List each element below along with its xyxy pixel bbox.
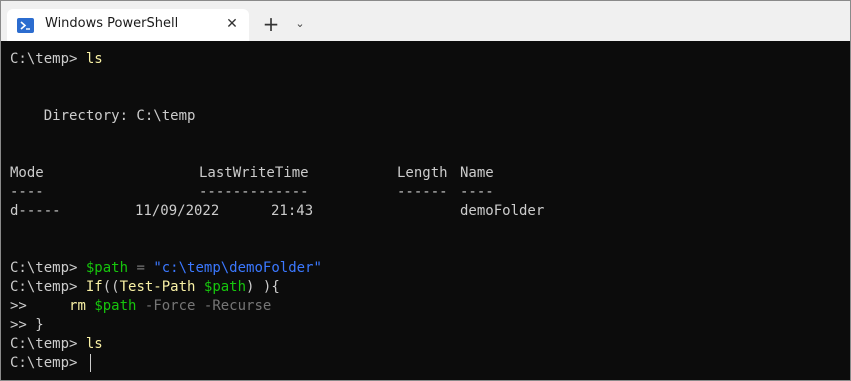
header-lastwritetime: LastWriteTime	[199, 165, 309, 181]
terminal-window: Windows PowerShell ✕ + ⌄ C:\temp> ls Dir…	[0, 0, 851, 381]
command-text: ls	[85, 51, 103, 67]
command-text: rm	[69, 298, 86, 314]
continuation-prompt: >>	[10, 317, 27, 333]
console-line: >> }	[10, 316, 44, 335]
console-line: >> rm $path -Force -Recurse	[10, 297, 271, 316]
row-mode: d-----	[10, 203, 61, 219]
chevron-down-icon[interactable]: ⌄	[292, 16, 308, 32]
prompt: C:\temp>	[10, 51, 78, 67]
variable-text: $path	[94, 298, 137, 314]
underline-length: ------	[397, 184, 448, 200]
prompt: C:\temp>	[10, 355, 78, 371]
tab-title: Windows PowerShell	[45, 16, 179, 31]
string-text: "c:\temp\demoFolder"	[153, 260, 322, 276]
prompt: C:\temp>	[10, 279, 78, 295]
text-cursor	[90, 354, 91, 372]
header-mode: Mode	[10, 165, 44, 181]
header-length: Length	[397, 165, 448, 181]
underline-mode: ----	[10, 184, 44, 200]
keyword-text: If	[85, 279, 103, 295]
row-time: 21:43	[271, 203, 314, 219]
console-output[interactable]: C:\temp> ls Directory: C:\temp Mode Last…	[1, 41, 850, 380]
console-line: C:\temp> ls	[10, 335, 103, 354]
console-line: C:\temp>	[10, 354, 77, 373]
tab-windows-powershell[interactable]: Windows PowerShell ✕	[7, 9, 249, 41]
powershell-icon	[17, 18, 34, 33]
console-line: C:\temp> If((Test-Path $path) ){	[10, 278, 280, 297]
underline-name: ----	[460, 184, 494, 200]
new-tab-button[interactable]: +	[260, 14, 282, 36]
paren-text: ((	[102, 279, 120, 295]
paren-text: ) ){	[246, 279, 280, 295]
operator-text: =	[128, 260, 154, 276]
variable-text: $path	[85, 260, 129, 276]
continuation-prompt: >>	[10, 298, 27, 314]
variable-text: $path	[203, 279, 247, 295]
header-name: Name	[460, 165, 494, 181]
tab-bar: Windows PowerShell ✕ + ⌄	[1, 1, 850, 41]
prompt: C:\temp>	[10, 336, 78, 352]
prompt: C:\temp>	[10, 260, 78, 276]
console-line: C:\temp> $path = "c:\temp\demoFolder"	[10, 259, 322, 278]
console-line: C:\temp> ls	[10, 50, 103, 69]
cmdlet-text: Test-Path	[119, 279, 196, 295]
parameter-text: -Force -Recurse	[136, 298, 272, 314]
directory-line: Directory: C:\temp	[10, 108, 196, 124]
brace-text: }	[26, 317, 44, 333]
command-text: ls	[85, 336, 103, 352]
row-name: demoFolder	[460, 203, 545, 219]
underline-lastwritetime: -------------	[199, 184, 309, 200]
row-date: 11/09/2022	[135, 203, 220, 219]
close-icon[interactable]: ✕	[223, 15, 241, 33]
